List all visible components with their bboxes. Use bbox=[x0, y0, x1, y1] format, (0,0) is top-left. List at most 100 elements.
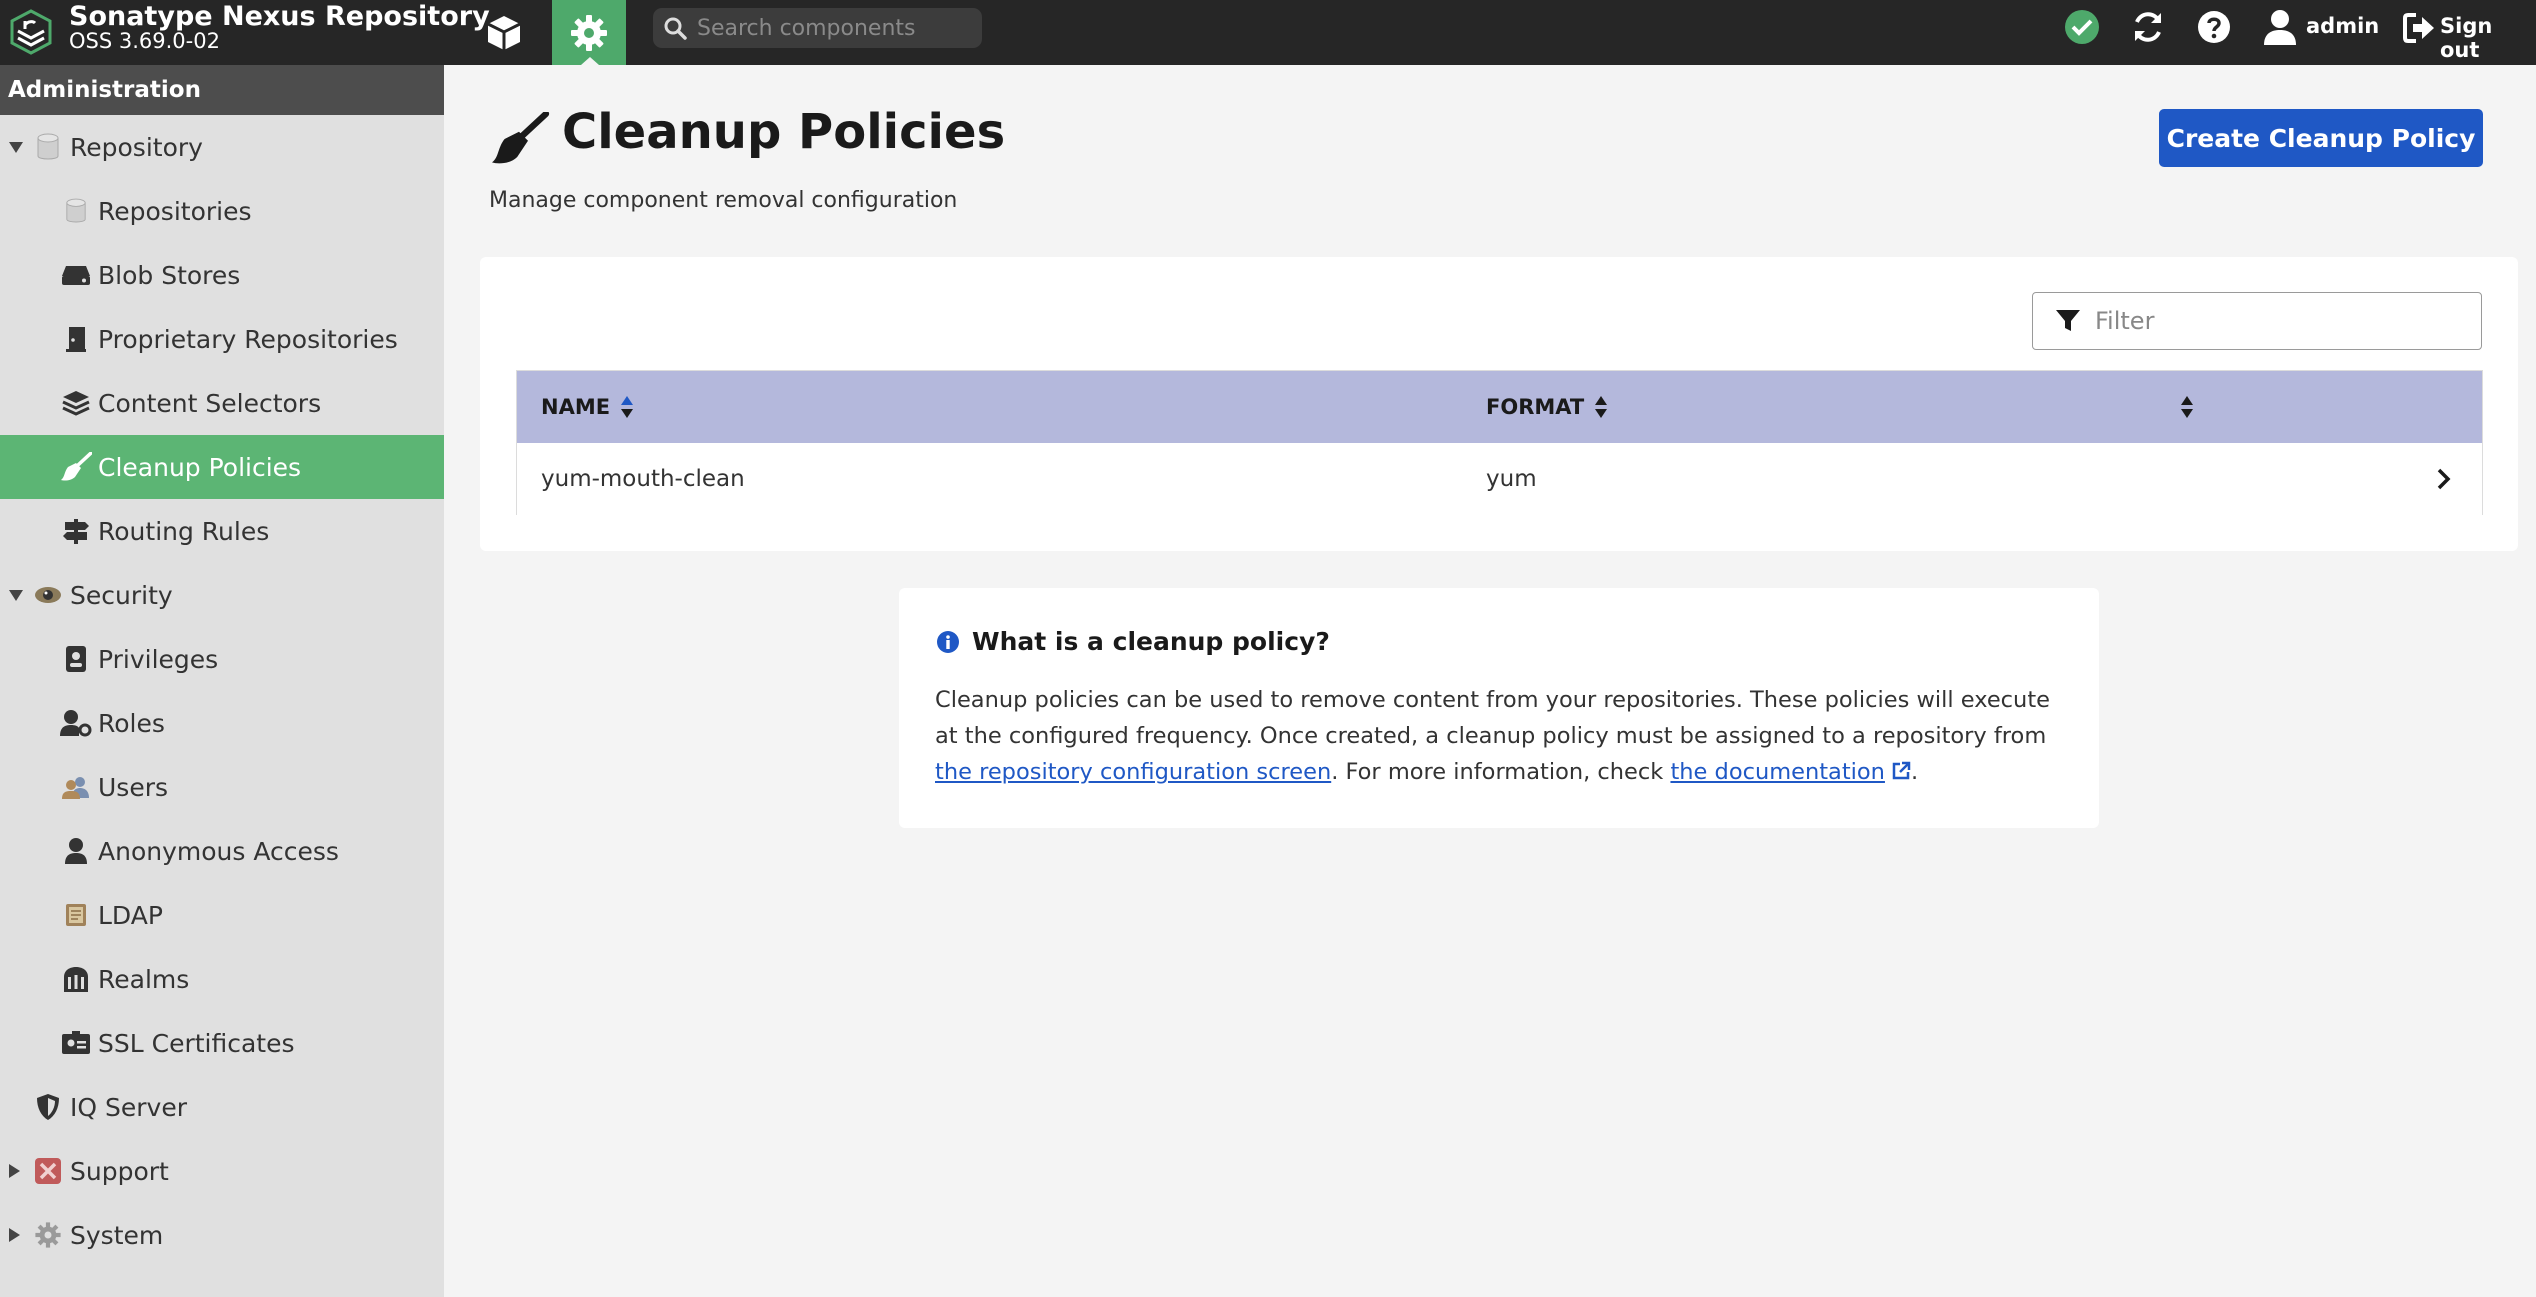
sidebar-item-ssl-certificates[interactable]: SSL Certificates bbox=[0, 1011, 444, 1075]
sidebar-item-anonymous-access[interactable]: Anonymous Access bbox=[0, 819, 444, 883]
sort-icon bbox=[2181, 396, 2193, 418]
page-subtitle: Manage component removal configuration bbox=[489, 188, 958, 213]
sidebar-item-users[interactable]: Users bbox=[0, 755, 444, 819]
sidebar-item-label: Roles bbox=[98, 708, 165, 738]
sort-icon bbox=[621, 396, 634, 418]
hard-drive-icon bbox=[60, 259, 92, 291]
certificate-icon bbox=[60, 1027, 92, 1059]
filter-box[interactable] bbox=[2032, 292, 2482, 350]
sidebar-item-repository[interactable]: Repository bbox=[0, 115, 444, 179]
info-icon bbox=[937, 630, 959, 653]
sidebar-item-blob-stores[interactable]: Blob Stores bbox=[0, 243, 444, 307]
repository-configuration-link[interactable]: the repository configuration screen bbox=[935, 759, 1331, 785]
door-icon bbox=[60, 323, 92, 355]
external-link-icon bbox=[1892, 761, 1911, 780]
sidebar-item-proprietary-repositories[interactable]: Proprietary Repositories bbox=[0, 307, 444, 371]
sidebar-item-realms[interactable]: Realms bbox=[0, 947, 444, 1011]
sidebar-item-label: Repositories bbox=[98, 196, 252, 226]
users-icon bbox=[60, 771, 92, 803]
sidebar-item-repositories[interactable]: Repositories bbox=[0, 179, 444, 243]
book-icon bbox=[60, 899, 92, 931]
page-title: Cleanup Policies bbox=[562, 104, 1006, 160]
sidebar-item-roles[interactable]: Roles bbox=[0, 691, 444, 755]
sidebar-item-routing-rules[interactable]: Routing Rules bbox=[0, 499, 444, 563]
support-icon bbox=[32, 1155, 64, 1187]
sidebar-item-support[interactable]: Support bbox=[0, 1139, 444, 1203]
id-badge-icon bbox=[60, 643, 92, 675]
help-icon bbox=[2198, 11, 2230, 43]
user-menu-button[interactable] bbox=[2260, 7, 2300, 47]
database-icon bbox=[60, 195, 92, 227]
info-text: Cleanup policies can be used to remove c… bbox=[935, 687, 2050, 785]
caret-right-icon[interactable] bbox=[9, 1164, 20, 1178]
check-circle-icon bbox=[2065, 10, 2099, 44]
cell-format: yum bbox=[1486, 466, 1537, 492]
broom-icon bbox=[488, 110, 550, 170]
search-input[interactable] bbox=[695, 14, 969, 42]
sign-out-icon[interactable] bbox=[2402, 11, 2436, 49]
cell-name: yum-mouth-clean bbox=[541, 466, 745, 492]
create-cleanup-policy-button[interactable]: Create Cleanup Policy bbox=[2159, 109, 2483, 167]
sidebar-item-label: Privileges bbox=[98, 644, 219, 674]
gear-icon bbox=[32, 1219, 64, 1251]
database-icon bbox=[32, 131, 64, 163]
sidebar-item-label: Proprietary Repositories bbox=[98, 324, 398, 354]
table-row[interactable]: yum-mouth-clean yum bbox=[517, 443, 2482, 515]
sidebar-item-label: Blob Stores bbox=[98, 260, 241, 290]
user-gear-icon bbox=[60, 707, 92, 739]
sidebar-item-label: Routing Rules bbox=[98, 516, 270, 546]
caret-right-icon[interactable] bbox=[9, 1228, 20, 1242]
sidebar-item-label: LDAP bbox=[98, 900, 163, 930]
sidebar-item-label: Security bbox=[70, 580, 173, 610]
health-status-button[interactable] bbox=[2062, 7, 2102, 47]
user-name[interactable]: admin bbox=[2306, 14, 2379, 38]
signpost-icon bbox=[60, 515, 92, 547]
nexus-logo-icon[interactable] bbox=[8, 7, 58, 57]
refresh-button[interactable] bbox=[2128, 7, 2168, 47]
filter-input[interactable] bbox=[2093, 306, 2477, 336]
shield-icon bbox=[32, 1091, 64, 1123]
chevron-right-icon[interactable] bbox=[2436, 443, 2452, 515]
sidebar-item-security[interactable]: Security bbox=[0, 563, 444, 627]
search-icon bbox=[664, 17, 687, 40]
layers-icon bbox=[60, 387, 92, 419]
info-header: What is a cleanup policy? bbox=[936, 627, 1330, 656]
column-header-format[interactable]: FORMAT bbox=[1486, 371, 1608, 443]
sidebar-item-label: Users bbox=[98, 772, 169, 802]
sign-out-link[interactable]: Sign out bbox=[2440, 14, 2536, 62]
admin-nav-button[interactable] bbox=[552, 0, 626, 65]
sidebar-item-label: System bbox=[70, 1220, 164, 1250]
sidebar-item-iq-server[interactable]: IQ Server bbox=[0, 1075, 444, 1139]
sidebar-item-content-selectors[interactable]: Content Selectors bbox=[0, 371, 444, 435]
sidebar-item-system[interactable]: System bbox=[0, 1203, 444, 1267]
cleanup-policies-table: NAME FORMAT yum-mouth-clean yum bbox=[516, 370, 2483, 515]
browse-nav-button[interactable] bbox=[472, 0, 536, 65]
refresh-icon bbox=[2135, 12, 2161, 42]
table-header: NAME FORMAT bbox=[517, 371, 2482, 443]
sidebar-item-label: Cleanup Policies bbox=[98, 452, 302, 482]
sidebar-item-ldap[interactable]: LDAP bbox=[0, 883, 444, 947]
help-button[interactable] bbox=[2194, 7, 2234, 47]
top-bar: Sonatype Nexus Repository OSS 3.69.0-02 bbox=[0, 0, 2536, 65]
user-icon bbox=[60, 835, 92, 867]
sidebar-item-label: Support bbox=[70, 1156, 169, 1186]
search-box[interactable] bbox=[653, 8, 982, 48]
product-name: Sonatype Nexus Repository bbox=[69, 1, 490, 32]
column-header-name[interactable]: NAME bbox=[541, 371, 634, 443]
broom-icon bbox=[60, 451, 92, 483]
cube-icon bbox=[487, 15, 521, 50]
documentation-link[interactable]: the documentation bbox=[1670, 759, 1885, 785]
sidebar-item-cleanup-policies[interactable]: Cleanup Policies bbox=[0, 435, 444, 499]
sidebar-item-label: Anonymous Access bbox=[98, 836, 339, 866]
sidebar-title: Administration bbox=[0, 65, 444, 115]
caret-down-icon[interactable] bbox=[9, 589, 23, 601]
product-version: OSS 3.69.0-02 bbox=[69, 29, 220, 53]
info-title: What is a cleanup policy? bbox=[972, 627, 1330, 656]
sidebar-item-privileges[interactable]: Privileges bbox=[0, 627, 444, 691]
sidebar-item-label: SSL Certificates bbox=[98, 1028, 295, 1058]
admin-sidebar: Administration Repository Repositories B… bbox=[0, 65, 444, 1297]
column-header-actions[interactable] bbox=[2180, 371, 2194, 443]
sidebar-item-label: IQ Server bbox=[70, 1092, 187, 1122]
eye-icon bbox=[32, 579, 64, 611]
caret-down-icon[interactable] bbox=[9, 141, 23, 153]
